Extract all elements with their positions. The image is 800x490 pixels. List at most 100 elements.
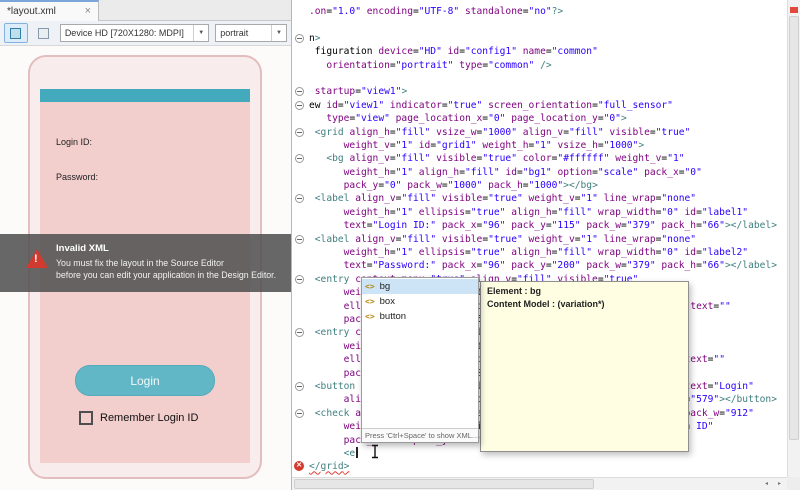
- gutter: [292, 326, 309, 339]
- code-line[interactable]: <grid align_h="fill" vsize_w="1000" alig…: [292, 126, 787, 139]
- code-text: [309, 18, 315, 31]
- tab-layout-xml[interactable]: *layout.xml ×: [0, 0, 99, 21]
- gutter: [292, 126, 309, 139]
- device-select-value: Device HD [720X1280: MDPI]: [65, 28, 184, 38]
- completion-item-box[interactable]: <>box: [362, 294, 478, 309]
- login-button[interactable]: Login: [75, 365, 215, 396]
- gutter: [292, 300, 309, 313]
- device-select[interactable]: Device HD [720X1280: MDPI] ▼: [60, 24, 209, 42]
- code-line[interactable]: <bg align_v="fill" visible="true" color=…: [292, 152, 787, 165]
- orientation-select-value: portrait: [220, 28, 248, 38]
- completion-item-label: bg: [380, 281, 391, 292]
- code-text: startup="view1">: [309, 85, 407, 98]
- code-line[interactable]: orientation="portrait" type="common" />: [292, 59, 787, 72]
- fold-collapse-icon[interactable]: [295, 275, 304, 284]
- code-line[interactable]: <label align_v="fill" visible="true" wei…: [292, 233, 787, 246]
- code-line[interactable]: weight_h="1" align_h="fill" id="bg1" opt…: [292, 166, 787, 179]
- element-info-tooltip: Element : bg Content Model : (variation*…: [480, 281, 689, 452]
- source-editor[interactable]: .on="1.0" encoding="UTF-8" standalone="n…: [291, 0, 800, 490]
- gutter: [292, 99, 309, 112]
- code-text: ew id="view1" indicator="true" screen_or…: [309, 99, 673, 112]
- fold-collapse-icon[interactable]: [295, 194, 304, 203]
- code-line[interactable]: .on="1.0" encoding="UTF-8" standalone="n…: [292, 5, 787, 18]
- completion-item-button[interactable]: <>button: [362, 309, 478, 324]
- close-icon[interactable]: ×: [85, 6, 91, 17]
- fold-collapse-icon[interactable]: [295, 382, 304, 391]
- fold-collapse-icon[interactable]: [295, 87, 304, 96]
- horizontal-scrollbar[interactable]: ◂ ▸: [292, 477, 787, 490]
- fold-collapse-icon[interactable]: [295, 34, 304, 43]
- tab-title: *layout.xml: [7, 6, 56, 17]
- invalid-xml-overlay: ! Invalid XML You must fix the layout in…: [0, 234, 291, 292]
- gutter: [292, 5, 309, 18]
- fold-collapse-icon[interactable]: [295, 235, 304, 244]
- completion-item-bg[interactable]: <> bg: [362, 279, 478, 294]
- completion-item-label: button: [380, 311, 406, 322]
- text-caret: [356, 447, 358, 458]
- password-label[interactable]: Password:: [56, 172, 98, 182]
- remember-checkbox[interactable]: [79, 411, 93, 425]
- completion-list: <>bg<>box<>button: [362, 278, 478, 428]
- selection-box-tool-button[interactable]: [32, 23, 56, 43]
- code-line[interactable]: type="view" page_location_x="0" page_loc…: [292, 112, 787, 125]
- code-text: <bg align_v="fill" visible="true" color=…: [309, 152, 685, 165]
- scroll-right-icon[interactable]: ▸: [773, 478, 786, 490]
- code-line[interactable]: startup="view1">: [292, 85, 787, 98]
- code-line[interactable]: [292, 18, 787, 31]
- error-marker-icon[interactable]: ✕: [294, 461, 304, 471]
- chevron-down-icon[interactable]: ▼: [193, 25, 204, 41]
- fold-collapse-icon[interactable]: [295, 128, 304, 137]
- code-line[interactable]: pack_y="0" pack_w="1000" pack_h="1000"><…: [292, 179, 787, 192]
- code-text: weight_h="1" align_h="fill" id="bg1" opt…: [309, 166, 702, 179]
- gutter: [292, 420, 309, 433]
- code-line[interactable]: weight_v="1" id="grid1" weight_h="1" vsi…: [292, 139, 787, 152]
- content-assist-hint: Press 'Ctrl+Space' to show XML...: [362, 428, 478, 442]
- fold-collapse-icon[interactable]: [295, 328, 304, 337]
- overlay-message-line1: You must fix the layout in the Source Ed…: [56, 258, 224, 268]
- pointer-tool-button[interactable]: [4, 23, 28, 43]
- gutter: [292, 112, 309, 125]
- code-line[interactable]: figuration device="HD" id="config1" name…: [292, 45, 787, 58]
- fold-collapse-icon[interactable]: [295, 101, 304, 110]
- gutter: [292, 45, 309, 58]
- overlay-title: Invalid XML: [56, 243, 109, 254]
- code-text: </grid>: [309, 460, 349, 473]
- code-line[interactable]: ew id="view1" indicator="true" screen_or…: [292, 99, 787, 112]
- code-text: n>: [309, 32, 321, 45]
- fold-collapse-icon[interactable]: [295, 154, 304, 163]
- code-text: weight_v="1" id="grid1" weight_h="1" vsi…: [309, 139, 644, 152]
- gutter: [292, 259, 309, 272]
- chevron-down-icon[interactable]: ▼: [271, 25, 282, 41]
- code-line[interactable]: n>: [292, 32, 787, 45]
- remember-checkbox-row[interactable]: Remember Login ID: [79, 411, 198, 425]
- code-line[interactable]: <label align_v="fill" visible="true" wei…: [292, 192, 787, 205]
- design-toolbar: Device HD [720X1280: MDPI] ▼ portrait ▼: [0, 21, 291, 46]
- scroll-left-icon[interactable]: ◂: [760, 478, 773, 490]
- warning-icon: !: [26, 249, 48, 268]
- code-line[interactable]: ✕ </grid>: [292, 460, 787, 473]
- gutter: [292, 219, 309, 232]
- overlay-message-line2: before you can edit your application in …: [56, 270, 276, 280]
- gutter: [292, 85, 309, 98]
- fold-collapse-icon[interactable]: [295, 409, 304, 418]
- error-overview-marker[interactable]: [790, 7, 798, 13]
- code-text: text="Password:" pack_x="96" pack_y="200…: [309, 259, 777, 272]
- code-line[interactable]: text="Password:" pack_x="96" pack_y="200…: [292, 259, 787, 272]
- code-line[interactable]: [292, 72, 787, 85]
- login-id-label[interactable]: Login ID:: [56, 137, 92, 147]
- remember-checkbox-label: Remember Login ID: [100, 412, 198, 424]
- vertical-scrollbar[interactable]: [787, 0, 800, 477]
- code-line[interactable]: weight_h="1" ellipsis="true" align_h="fi…: [292, 246, 787, 259]
- gutter: [292, 246, 309, 259]
- vertical-scrollbar-thumb[interactable]: [789, 16, 799, 440]
- horizontal-scrollbar-thumb[interactable]: [294, 479, 594, 489]
- code-text: pack_y="0" pack_w="1000" pack_h="1000"><…: [309, 179, 598, 192]
- code-line[interactable]: weight_h="1" ellipsis="true" align_h="fi…: [292, 206, 787, 219]
- code-text: text="Login ID:" pack_x="96" pack_y="115…: [309, 219, 777, 232]
- design-canvas[interactable]: Login ID: Password: Login Remember Login…: [0, 46, 291, 490]
- code-line[interactable]: text="Login ID:" pack_x="96" pack_y="115…: [292, 219, 787, 232]
- gutter: [292, 447, 309, 460]
- orientation-select[interactable]: portrait ▼: [215, 24, 287, 42]
- xml-element-icon: <>: [365, 297, 375, 306]
- xml-element-icon: <>: [365, 282, 375, 291]
